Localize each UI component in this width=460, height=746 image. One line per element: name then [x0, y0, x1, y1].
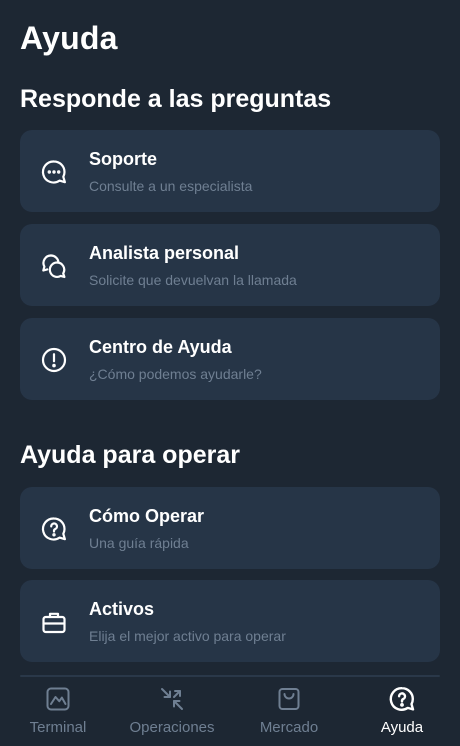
section-title-trading-help: Ayuda para operar — [20, 441, 240, 469]
tab-terminal-label: Terminal — [29, 719, 87, 736]
briefcase-icon — [40, 608, 68, 636]
assets-title: Activos — [89, 599, 155, 619]
help-center-subtitle: ¿Cómo podemos ayudarle? — [89, 366, 262, 382]
tab-terminal[interactable]: Terminal — [22, 685, 94, 741]
personal-analyst-subtitle: Solicite que devuelvan la llamada — [89, 272, 297, 288]
support-card[interactable]: Soporte Consulte a un especialista — [20, 130, 440, 212]
tabbar-divider — [20, 675, 440, 677]
shopping-bag-icon — [275, 685, 303, 713]
section-title-questions: Responde a las preguntas — [20, 85, 332, 113]
help-center-card[interactable]: Centro de Ayuda ¿Cómo podemos ayudarle? — [20, 318, 440, 400]
how-to-trade-card[interactable]: Cómo Operar Una guía rápida — [20, 487, 440, 569]
page-title: Ayuda — [20, 20, 118, 56]
tab-mercado-label: Mercado — [259, 719, 319, 736]
support-subtitle: Consulte a un especialista — [89, 178, 253, 194]
how-to-trade-title: Cómo Operar — [89, 506, 205, 526]
assets-subtitle: Elija el mejor activo para operar — [89, 628, 286, 644]
support-title: Soporte — [89, 149, 158, 169]
tab-operaciones-label: Operaciones — [129, 719, 215, 736]
assets-card[interactable]: Activos Elija el mejor activo para opera… — [20, 580, 440, 662]
arrows-exchange-icon — [158, 685, 186, 713]
chat-dots-icon — [40, 158, 68, 186]
tab-operaciones[interactable]: Operaciones — [124, 685, 220, 741]
bottom-tab-bar: Terminal Operaciones Mercado Ayuda — [0, 675, 460, 746]
chart-terminal-icon — [44, 685, 72, 713]
question-bubble-icon — [40, 515, 68, 543]
tab-mercado[interactable]: Mercado — [252, 685, 326, 741]
exclamation-circle-icon — [40, 346, 68, 374]
help-center-title: Centro de Ayuda — [89, 337, 232, 357]
tab-ayuda-label: Ayuda — [380, 719, 424, 736]
personal-analyst-card[interactable]: Analista personal Solicite que devuelvan… — [20, 224, 440, 306]
help-question-icon — [388, 685, 416, 713]
two-chat-bubbles-icon — [40, 252, 68, 280]
tab-ayuda[interactable]: Ayuda — [372, 685, 432, 741]
personal-analyst-title: Analista personal — [89, 243, 240, 263]
how-to-trade-subtitle: Una guía rápida — [89, 535, 189, 551]
